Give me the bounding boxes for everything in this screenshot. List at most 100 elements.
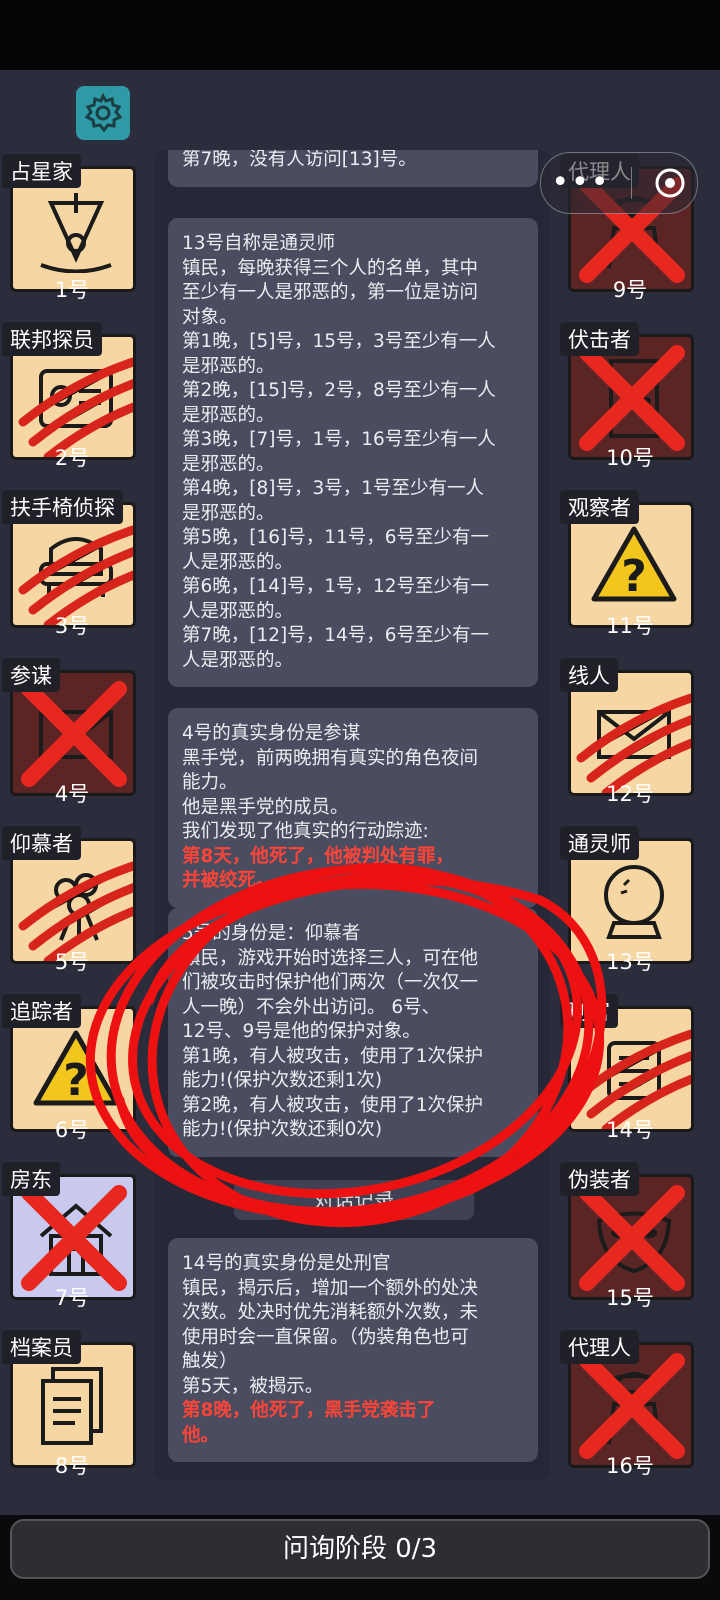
player-card[interactable]: 参谋 4号 xyxy=(2,658,142,808)
log-line: 第2晚，有人被攻击，使用了1次保护 xyxy=(182,1094,484,1116)
log-line: 镇民，游戏开始时选择三人，可在他 xyxy=(182,947,479,969)
log-message: 13号自称是通灵师 镇民，每晚获得三个人的名单，其中 至少有一人是邪恶的，第一位是访… xyxy=(168,218,538,687)
log-line: 5号的身份是：仰慕者 xyxy=(182,923,361,944)
log-tab[interactable]: 对话记录 xyxy=(234,1180,474,1220)
log-line: 第7晚，没有人访问[13]号。 xyxy=(182,150,417,170)
log-line-highlight: 第8晚，他死了，黑手党袭击了 xyxy=(182,1400,436,1421)
status-bar xyxy=(0,0,720,70)
log-line: 4号的真实身份是参谋 xyxy=(182,723,361,744)
player-role-label: 追踪者 xyxy=(2,994,81,1028)
log-line: 第1晚，有人被攻击，使用了1次保护 xyxy=(182,1045,484,1067)
log-line: 12号、9号是他的保护对象。 xyxy=(182,1021,421,1042)
log-line: 们被攻击时保护他们两次（一次仅一 xyxy=(182,972,479,993)
svg-text:?: ? xyxy=(621,551,647,602)
player-number: 5号 xyxy=(54,950,90,974)
dead-x-mark-icon xyxy=(579,345,685,451)
log-line: 使用时会一直保留。（伪装角色也可 xyxy=(182,1326,469,1348)
player-number: 12号 xyxy=(606,782,654,806)
player-number: 16号 xyxy=(606,1454,654,1478)
player-role-label: 参谋 xyxy=(2,658,60,692)
log-line: 人一晚）不会外出访问。 6号、 xyxy=(182,996,441,1018)
game-log-panel[interactable]: 第7晚，没有人访问[13]号。 13号自称是通灵师 镇民，每晚获得三个人的名单，其… xyxy=(154,150,550,1480)
player-number: 2号 xyxy=(54,446,90,470)
log-line: 镇民，每晚获得三个人的名单，其中 xyxy=(182,257,479,279)
log-line: 对象。 xyxy=(182,306,238,328)
log-line: 人是邪恶的。 xyxy=(182,649,294,671)
sextant-icon xyxy=(40,193,112,273)
player-role-label: 通灵师 xyxy=(560,826,639,860)
player-card[interactable]: 刑官 14号 xyxy=(560,994,700,1144)
target-close-icon[interactable] xyxy=(653,166,687,200)
player-card[interactable]: 扶手椅侦探 3号 xyxy=(2,490,142,640)
player-number: 15号 xyxy=(606,1286,654,1310)
player-number: 13号 xyxy=(606,950,654,974)
settings-button[interactable] xyxy=(76,86,130,140)
svg-text:?: ? xyxy=(63,1055,89,1106)
warning-icon: ? xyxy=(33,1030,119,1106)
player-card[interactable]: ? 追踪者 6号 xyxy=(2,994,142,1144)
player-number: 4号 xyxy=(54,782,90,806)
player-number: 14号 xyxy=(606,1118,654,1142)
log-line: 能力!(保护次数还剩0次) xyxy=(182,1119,383,1140)
log-line-highlight: 他。 xyxy=(182,1424,220,1446)
player-role-label: 扶手椅侦探 xyxy=(2,490,123,524)
player-card[interactable]: 伏击者 10号 xyxy=(560,322,700,472)
player-number: 9号 xyxy=(612,278,648,302)
player-role-label: 线人 xyxy=(560,658,618,692)
log-message: 5号的身份是：仰慕者镇民，游戏开始时选择三人，可在他 们被攻击时保护他们两次（一次… xyxy=(168,908,538,1157)
capsule-divider xyxy=(631,167,633,199)
log-line: 第7晚，[12]号，14号，6号至少有一 xyxy=(182,625,490,646)
log-line: 触发） xyxy=(182,1351,238,1372)
player-role-label: 伏击者 xyxy=(560,322,639,356)
dead-x-mark-icon xyxy=(579,1353,685,1459)
player-card[interactable]: 联邦探员 2号 xyxy=(2,322,142,472)
log-line: 黑手党，前两晚拥有真实的角色夜间 xyxy=(182,747,479,769)
player-card[interactable]: 房东 7号 xyxy=(2,1162,142,1312)
log-line-highlight: 并被绞死。 xyxy=(182,870,275,891)
log-line: 第5天，被揭示。 xyxy=(182,1375,324,1397)
log-line: 是邪恶的。 xyxy=(182,404,275,426)
player-card[interactable]: 仰慕者 5号 xyxy=(2,826,142,976)
player-number: 11号 xyxy=(606,614,654,638)
log-line: 人是邪恶的。 xyxy=(182,551,294,573)
log-line: 镇民，揭示后，增加一个额外的处决 xyxy=(182,1277,479,1299)
log-line: 次数。处决时优先消耗额外次数，未 xyxy=(182,1302,479,1323)
mini-program-capsule: ••• xyxy=(540,152,698,214)
phase-indicator[interactable]: 问询阶段 0/3 xyxy=(10,1519,710,1579)
dead-x-mark-icon xyxy=(21,1185,127,1291)
log-line: 他是黑手党的成员。 xyxy=(182,796,349,818)
log-message: 14号的真实身份是处刑官镇民，揭示后，增加一个额外的处决 次数。处决时优先消耗额外… xyxy=(168,1238,538,1462)
log-line-highlight: 第8天，他死了，他被判处有罪， xyxy=(182,845,454,867)
gear-icon xyxy=(84,93,123,133)
player-number: 6号 xyxy=(54,1118,90,1142)
log-line: 14号的真实身份是处刑官 xyxy=(182,1253,391,1274)
log-line: 能力。 xyxy=(182,772,238,793)
player-card[interactable]: 档案员 8号 xyxy=(2,1330,142,1480)
player-role-label: 联邦探员 xyxy=(2,322,102,356)
log-line: 是邪恶的。 xyxy=(182,502,275,524)
player-role-label: 代理人 xyxy=(560,1330,639,1364)
player-number: 7号 xyxy=(54,1286,90,1310)
more-button[interactable]: ••• xyxy=(551,168,610,198)
player-role-label: 房东 xyxy=(2,1162,60,1196)
player-card[interactable]: 通灵师 13号 xyxy=(560,826,700,976)
player-card[interactable]: 伪装者 15号 xyxy=(560,1162,700,1312)
player-card[interactable]: 代理人 16号 xyxy=(560,1330,700,1480)
player-card[interactable]: 线人 12号 xyxy=(560,658,700,808)
player-card[interactable]: 占星家 1号 xyxy=(2,154,142,304)
dead-x-mark-icon xyxy=(579,1185,685,1291)
log-line: 能力!(保护次数还剩1次) xyxy=(182,1070,383,1091)
log-message: 4号的真实身份是参谋 黑手党，前两晚拥有真实的角色夜间 能力。 他是黑手党的成员。 我们… xyxy=(168,708,538,908)
crystal-ball-icon xyxy=(604,865,664,939)
player-role-label: 伪装者 xyxy=(560,1162,639,1196)
log-line: 第4晚，[8]号，3号，1号至少有一人 xyxy=(182,478,485,499)
player-role-label: 占星家 xyxy=(2,154,81,188)
log-line: 第3晚，[7]号，1号，16号至少有一人 xyxy=(182,429,496,450)
log-line: 是邪恶的。 xyxy=(182,355,275,377)
player-number: 3号 xyxy=(54,614,90,638)
player-number: 1号 xyxy=(54,278,90,302)
dead-x-mark-icon xyxy=(21,681,127,787)
player-card[interactable]: ? 观察者 11号 xyxy=(560,490,700,640)
log-line: 第6晚，[14]号，1号，12号至少有一 xyxy=(182,576,490,597)
player-role-label: 刑官 xyxy=(560,994,618,1028)
